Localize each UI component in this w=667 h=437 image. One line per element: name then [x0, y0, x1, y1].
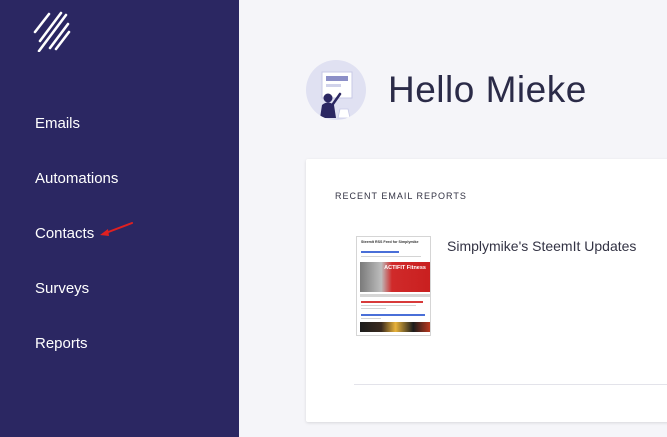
divider: [354, 384, 667, 385]
thumbnail-text-line: [361, 308, 386, 309]
thumbnail-banner-text: ACTIFIT Fitness: [384, 265, 426, 271]
thumbnail-link: [361, 314, 425, 316]
card-title: RECENT EMAIL REPORTS: [335, 191, 467, 201]
app-root: Emails Automations Contacts Surveys Repo…: [0, 0, 667, 437]
sidebar-item-reports[interactable]: Reports: [35, 335, 88, 353]
thumbnail-text-line: [361, 318, 381, 319]
sidebar-item-surveys[interactable]: Surveys: [35, 280, 89, 298]
user-avatar[interactable]: [306, 60, 366, 120]
red-arrow-annotation-icon: [100, 222, 133, 236]
sidebar-item-automations[interactable]: Automations: [35, 170, 118, 188]
user-presenting-avatar-icon: [320, 71, 353, 119]
thumbnail-link: [361, 301, 423, 303]
thumbnail-footer-image: [360, 322, 430, 332]
main-content: Hello Mieke RECENT EMAIL REPORTS SteemIt…: [239, 0, 667, 437]
thumbnail-text-line: [361, 256, 421, 257]
sidebar-item-emails[interactable]: Emails: [35, 115, 80, 133]
thumbnail-link: [361, 251, 399, 253]
sidebar: Emails Automations Contacts Surveys Repo…: [0, 0, 239, 437]
thumbnail-title: SteemIt RSS Feed for Simplymike: [361, 240, 419, 244]
sidebar-item-contacts[interactable]: Contacts: [35, 225, 94, 243]
recent-email-reports-card: RECENT EMAIL REPORTS SteemIt RSS Feed fo…: [306, 159, 667, 422]
report-thumbnail[interactable]: SteemIt RSS Feed for Simplymike ACTIFIT …: [356, 236, 431, 336]
thumbnail-banner-image: ACTIFIT Fitness: [360, 262, 430, 292]
brand-logo-icon[interactable]: [30, 4, 72, 52]
thumbnail-divider: [360, 294, 430, 297]
page-greeting: Hello Mieke: [388, 69, 587, 110]
report-name[interactable]: Simplymike's SteemIt Updates: [447, 238, 636, 254]
report-list-item[interactable]: SteemIt RSS Feed for Simplymike ACTIFIT …: [356, 235, 667, 337]
thumbnail-text-line: [361, 305, 416, 306]
